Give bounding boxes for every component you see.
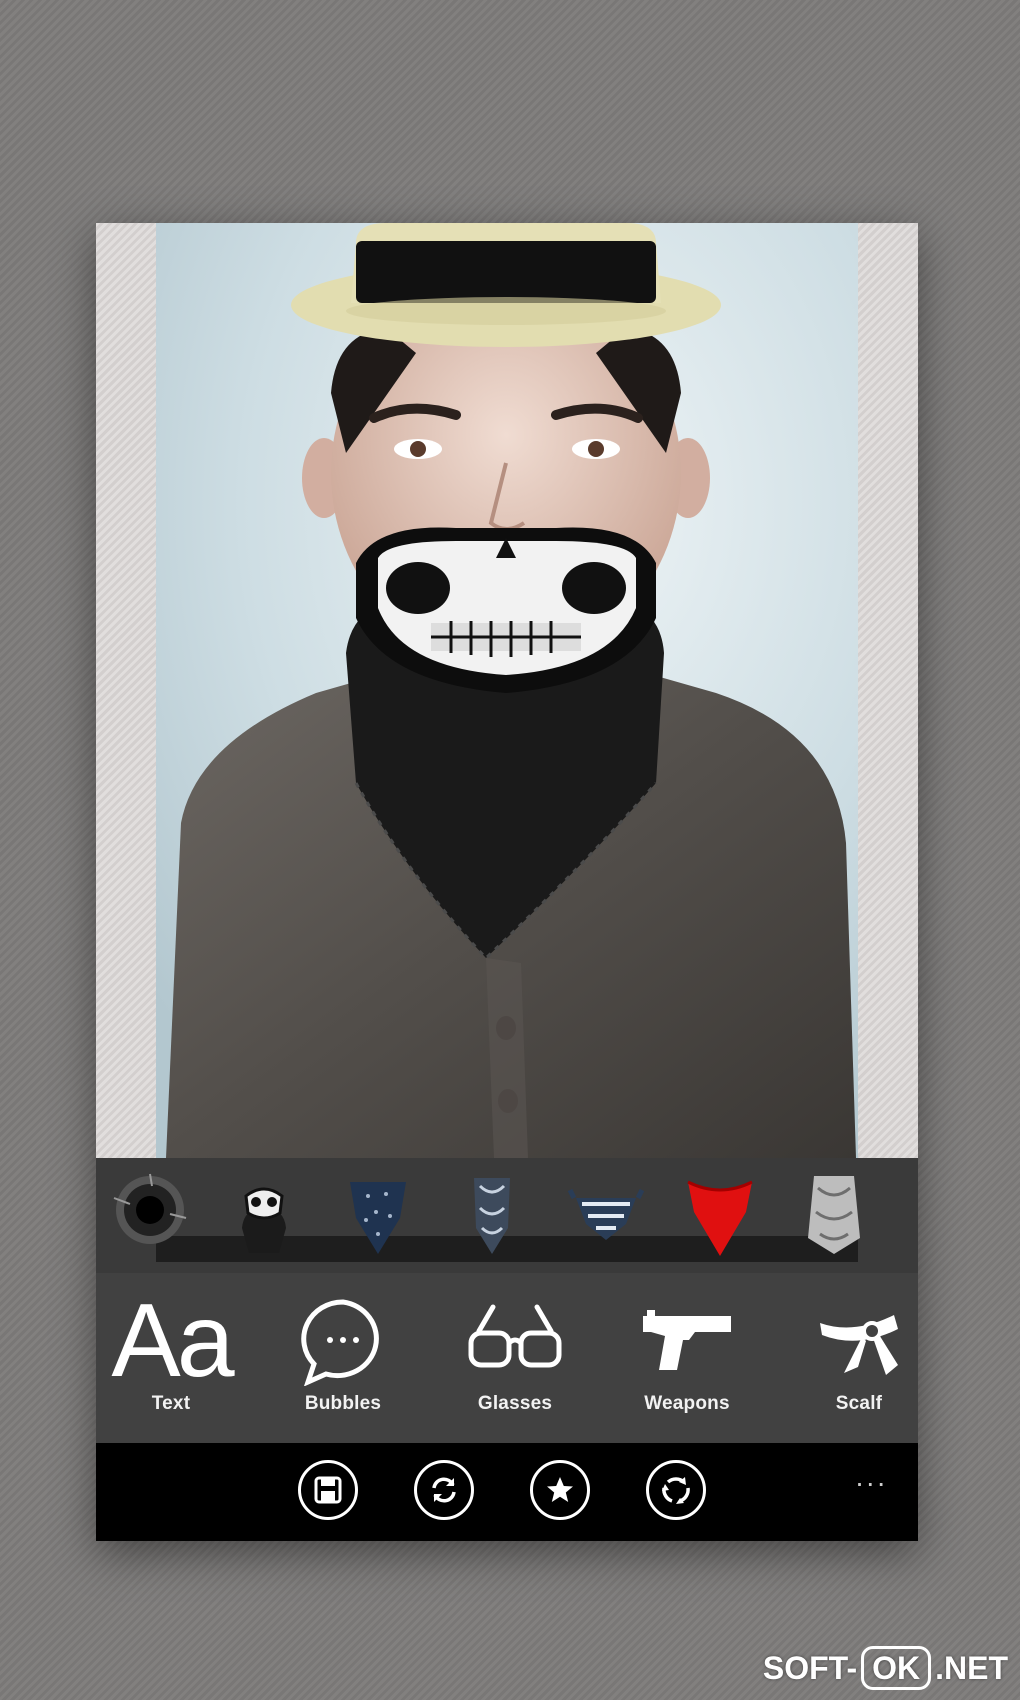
category-label: Scalf xyxy=(835,1393,883,1414)
favorite-button[interactable] xyxy=(530,1460,590,1520)
refresh-icon xyxy=(432,1477,456,1503)
scarf-icon xyxy=(784,1291,918,1391)
category-text[interactable]: Aa Text xyxy=(96,1273,246,1443)
category-label: Bubbles xyxy=(304,1393,382,1414)
share-icon xyxy=(662,1477,690,1504)
paisley-mask-sticker[interactable] xyxy=(452,1168,532,1258)
category-bubbles[interactable]: Bubbles xyxy=(268,1273,418,1443)
app-bar: ... xyxy=(96,1443,918,1541)
blue-bandana-sticker[interactable] xyxy=(566,1168,646,1258)
pistol-icon xyxy=(612,1291,762,1391)
save-icon xyxy=(314,1476,342,1504)
grey-scarf-sticker[interactable] xyxy=(794,1168,874,1258)
share-button[interactable] xyxy=(646,1460,706,1520)
text-aa-icon: Aa xyxy=(111,1283,234,1399)
edited-photo xyxy=(156,223,858,1158)
watermark-left: SOFT- xyxy=(762,1649,858,1686)
category-scarf[interactable]: Scalf xyxy=(784,1273,918,1443)
photo-canvas[interactable] xyxy=(156,223,858,1158)
category-label: Glasses xyxy=(477,1393,553,1414)
bullet-hole-sticker[interactable] xyxy=(110,1168,190,1258)
category-label: Text xyxy=(151,1393,191,1414)
watermark-middle: OK xyxy=(861,1646,932,1690)
category-glasses[interactable]: Glasses xyxy=(440,1273,590,1443)
watermark-logo: SOFT- OK .NET xyxy=(763,1646,1008,1690)
app-window: Aa Text Bubbles Glasses Weapons Scalf ..… xyxy=(96,223,918,1541)
more-options-button[interactable]: ... xyxy=(856,1461,888,1493)
category-weapons[interactable]: Weapons xyxy=(612,1273,762,1443)
sticker-strip xyxy=(96,1158,918,1273)
watermark-right: .NET xyxy=(935,1649,1008,1686)
star-icon xyxy=(547,1477,573,1502)
category-bar: Aa Text Bubbles Glasses Weapons Scalf xyxy=(96,1273,918,1443)
navy-bandana-sticker[interactable] xyxy=(338,1168,418,1258)
category-label: Weapons xyxy=(644,1393,730,1414)
speech-bubble-icon xyxy=(268,1291,418,1391)
save-button[interactable] xyxy=(298,1460,358,1520)
glasses-icon xyxy=(440,1291,590,1391)
refresh-button[interactable] xyxy=(414,1460,474,1520)
red-bandana-sticker[interactable] xyxy=(680,1168,760,1258)
skull-mask-sticker[interactable] xyxy=(224,1168,304,1258)
